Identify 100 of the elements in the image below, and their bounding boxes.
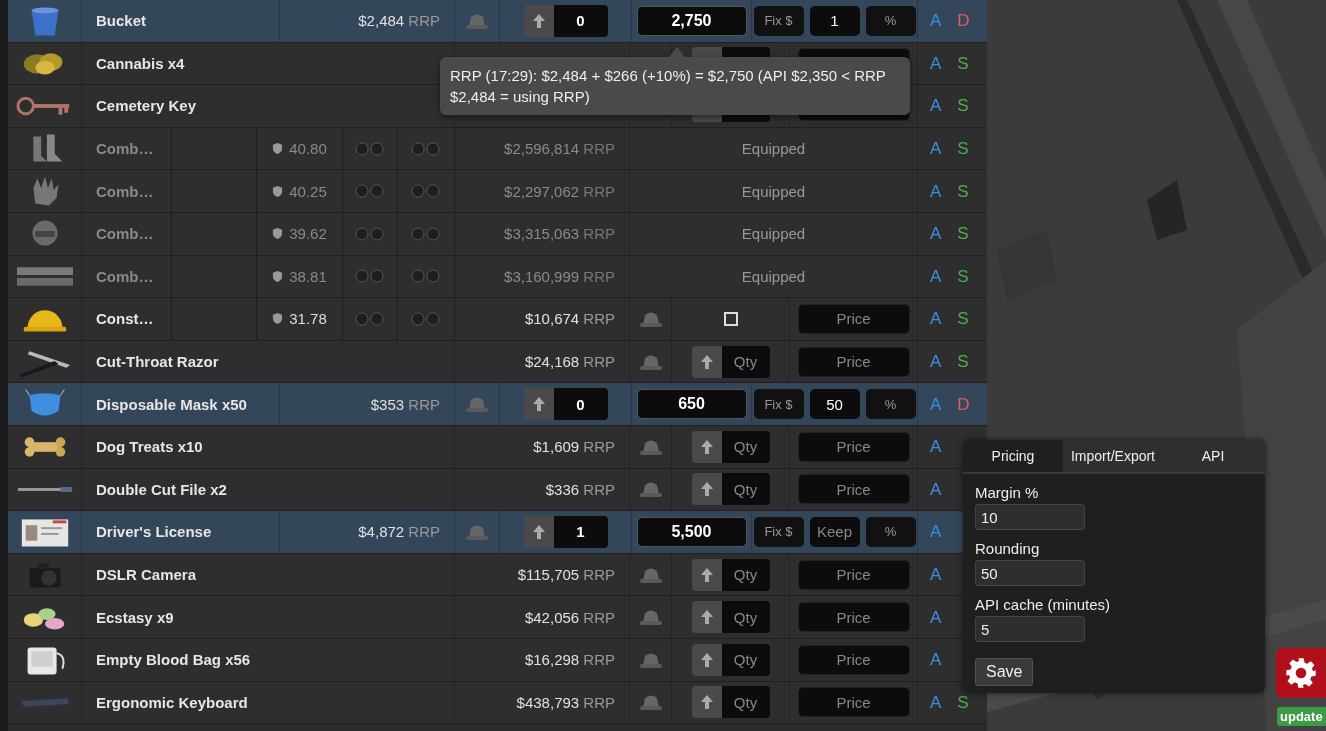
- action-link[interactable]: A: [930, 54, 942, 72]
- rrp-price: $438,793 RRP: [516, 693, 615, 711]
- rrp-price: $336 RRP: [545, 480, 615, 498]
- amount-field[interactable]: Keep: [809, 516, 860, 547]
- price-field[interactable]: Price: [797, 644, 910, 675]
- quantity-field[interactable]: Qty: [721, 601, 770, 634]
- price-field[interactable]: Price: [797, 346, 910, 377]
- up-button[interactable]: [691, 473, 722, 506]
- price-field[interactable]: Price: [797, 559, 910, 590]
- sell-price-field[interactable]: 5,500: [636, 516, 747, 547]
- fix-price-button[interactable]: Fix $: [753, 516, 804, 547]
- percent-button[interactable]: %: [865, 516, 916, 547]
- rrp-price: $2,297,062 RRP: [504, 182, 615, 200]
- fix-price-button[interactable]: Fix $: [753, 5, 804, 36]
- checkbox[interactable]: [723, 311, 738, 326]
- action-link[interactable]: S: [957, 225, 969, 243]
- action-link[interactable]: A: [930, 310, 942, 328]
- action-link[interactable]: S: [957, 267, 969, 285]
- action-link[interactable]: A: [930, 182, 942, 200]
- action-link[interactable]: A: [930, 353, 942, 371]
- action-link[interactable]: A: [930, 12, 942, 30]
- item-name: Driver's License: [96, 523, 212, 541]
- rrp-price: $2,484 RRP: [358, 12, 440, 30]
- action-link[interactable]: S: [957, 310, 969, 328]
- action-link[interactable]: S: [957, 182, 969, 200]
- action-link[interactable]: A: [930, 97, 942, 115]
- save-button[interactable]: Save: [975, 658, 1034, 686]
- price-field[interactable]: Price: [797, 474, 910, 505]
- fix-price-button[interactable]: Fix $: [753, 389, 804, 420]
- up-button[interactable]: [691, 345, 722, 378]
- action-link[interactable]: A: [930, 395, 942, 413]
- action-link[interactable]: A: [930, 693, 942, 711]
- quantity-field[interactable]: Qty: [721, 686, 770, 719]
- action-link[interactable]: A: [930, 438, 942, 456]
- up-button[interactable]: [523, 4, 554, 37]
- equipped-status: Equipped: [741, 267, 806, 285]
- price-field[interactable]: Price: [797, 431, 910, 462]
- quantity-field[interactable]: 0: [553, 388, 608, 421]
- action-link[interactable]: A: [930, 523, 942, 541]
- settings-field[interactable]: 5: [975, 616, 1085, 642]
- up-button[interactable]: [691, 643, 722, 676]
- rrp-price: $4,872 RRP: [358, 523, 440, 541]
- action-link[interactable]: A: [930, 140, 942, 158]
- up-button[interactable]: [691, 601, 722, 634]
- item-name: Comb…: [96, 140, 154, 158]
- price-field[interactable]: Price: [797, 602, 910, 633]
- item-name: Cannabis x4: [96, 54, 185, 72]
- action-link[interactable]: A: [930, 608, 942, 626]
- up-button[interactable]: [523, 515, 554, 548]
- item-name: Bucket: [96, 12, 147, 30]
- up-button[interactable]: [523, 388, 554, 421]
- armor-value: 39.62: [272, 225, 327, 243]
- action-link[interactable]: S: [957, 97, 969, 115]
- sell-price-field[interactable]: 650: [636, 389, 747, 420]
- up-button[interactable]: [691, 558, 722, 591]
- action-link[interactable]: A: [930, 267, 942, 285]
- rrp-price: $1,609 RRP: [533, 438, 615, 456]
- action-link[interactable]: A: [930, 566, 942, 583]
- amount-field[interactable]: 50: [809, 389, 860, 420]
- tooltip-arrow: [669, 47, 685, 57]
- up-button[interactable]: [691, 430, 722, 463]
- rrp-price: $2,596,814 RRP: [504, 140, 615, 158]
- quantity-field[interactable]: Qty: [721, 473, 770, 506]
- percent-button[interactable]: %: [865, 389, 916, 420]
- item-name: Comb…: [96, 225, 154, 243]
- quantity-field[interactable]: Qty: [721, 430, 770, 463]
- action-link[interactable]: S: [957, 353, 969, 371]
- rrp-price: $16,298 RRP: [524, 651, 615, 669]
- settings-field[interactable]: 50: [975, 560, 1085, 586]
- settings-tab[interactable]: Import/Export: [1063, 440, 1163, 472]
- mod-slots-icon: [355, 141, 385, 156]
- action-link[interactable]: A: [930, 225, 942, 243]
- up-button[interactable]: [691, 686, 722, 719]
- action-link[interactable]: A: [930, 651, 942, 669]
- update-badge[interactable]: update: [1277, 707, 1326, 726]
- action-link[interactable]: S: [957, 140, 969, 158]
- equipped-status: Equipped: [741, 182, 806, 200]
- percent-button[interactable]: %: [865, 5, 916, 36]
- settings-tab[interactable]: Pricing: [963, 440, 1063, 472]
- action-link[interactable]: D: [957, 395, 970, 413]
- quantity-field[interactable]: 1: [553, 515, 608, 548]
- settings-tab[interactable]: API: [1163, 440, 1263, 472]
- action-link[interactable]: A: [930, 480, 942, 498]
- file-icon: [15, 485, 74, 493]
- quantity-field[interactable]: Qty: [721, 558, 770, 591]
- action-link[interactable]: S: [957, 54, 969, 72]
- price-field[interactable]: Price: [797, 687, 910, 718]
- settings-button[interactable]: [1276, 648, 1326, 698]
- rrp-price: $3,160,999 RRP: [504, 267, 615, 285]
- sell-price-field[interactable]: 2,750: [636, 5, 747, 36]
- price-field[interactable]: Price: [797, 303, 910, 334]
- action-link[interactable]: D: [957, 12, 970, 30]
- field-label: API cache (minutes): [975, 596, 1111, 613]
- quantity-field[interactable]: 0: [553, 4, 608, 37]
- quantity-field[interactable]: Qty: [721, 643, 770, 676]
- quantity-field[interactable]: Qty: [721, 345, 770, 378]
- settings-field[interactable]: 10: [975, 504, 1085, 530]
- amount-field[interactable]: 1: [809, 5, 860, 36]
- action-link[interactable]: S: [957, 693, 969, 711]
- settings-icon: [1285, 657, 1317, 689]
